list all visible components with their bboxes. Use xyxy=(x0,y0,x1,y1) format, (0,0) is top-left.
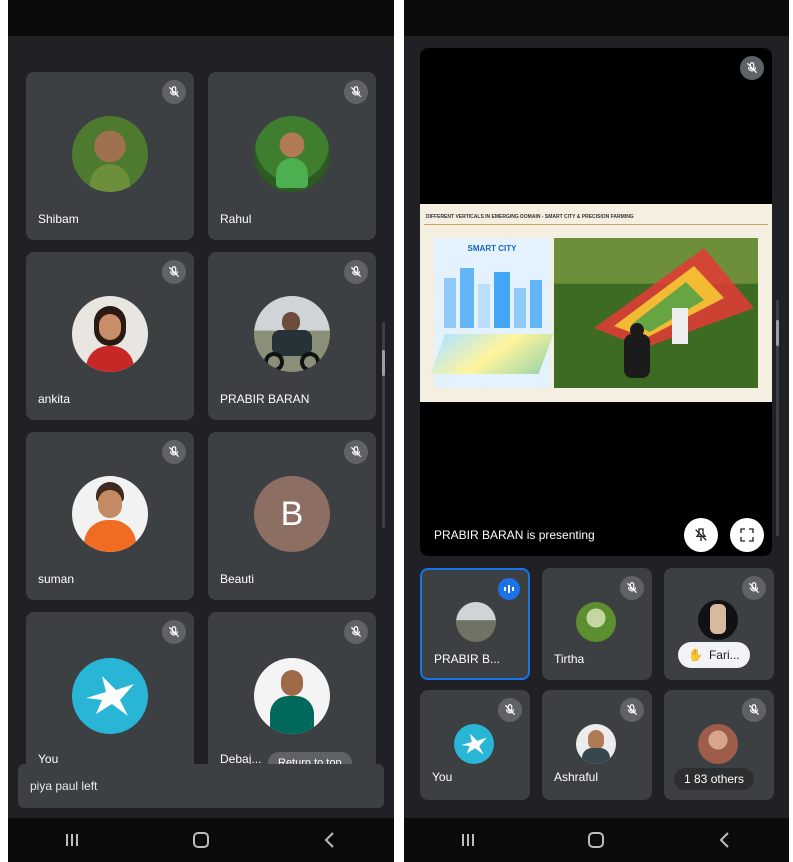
participant-name: Ashraful xyxy=(554,770,599,784)
participant-tile[interactable]: Debaj... Return to top xyxy=(208,612,376,780)
participant-tile[interactable]: Tirtha xyxy=(542,568,652,680)
participant-tile-active-speaker[interactable]: PRABIR B... xyxy=(420,568,530,680)
slide-panel-label: SMART CITY xyxy=(467,244,517,253)
participant-avatar xyxy=(72,116,148,192)
shared-slide: DIFFERENT VERTICALS IN EMERGING DOMAIN -… xyxy=(420,204,772,402)
participant-avatar xyxy=(698,724,738,764)
mic-off-icon xyxy=(742,576,766,600)
pin-off-button[interactable] xyxy=(684,518,718,552)
back-icon[interactable] xyxy=(705,825,745,855)
participant-name: Rahul xyxy=(220,212,252,226)
mic-off-icon xyxy=(162,440,186,464)
audio-level-icon xyxy=(498,578,520,600)
right-phone-screen: DIFFERENT VERTICALS IN EMERGING DOMAIN -… xyxy=(404,0,789,862)
participant-avatar xyxy=(576,724,616,764)
participant-initial-avatar: B xyxy=(254,476,330,552)
slide-header: DIFFERENT VERTICALS IN EMERGING DOMAIN -… xyxy=(426,214,634,220)
participant-name: PRABIR B... xyxy=(434,652,501,666)
participant-avatar xyxy=(254,658,330,734)
mic-off-icon xyxy=(740,56,764,80)
mic-off-icon xyxy=(620,698,644,722)
dove-logo-icon xyxy=(72,658,148,734)
status-bar xyxy=(404,0,789,36)
scrollbar-thumb[interactable] xyxy=(382,350,385,376)
participant-name: Shibam xyxy=(38,212,79,226)
participant-tile[interactable]: Ashraful xyxy=(542,690,652,800)
others-count-pill[interactable]: 1 83 others xyxy=(674,768,755,790)
participant-avatar xyxy=(254,296,330,372)
mic-off-icon xyxy=(498,698,522,722)
participant-avatar xyxy=(576,602,616,642)
participant-avatar xyxy=(72,296,148,372)
participant-tile[interactable]: B Beauti xyxy=(208,432,376,600)
participant-tile[interactable]: Shibam xyxy=(26,72,194,240)
presenting-label: PRABIR BARAN is presenting xyxy=(434,528,595,542)
participant-tile[interactable]: ankita xyxy=(26,252,194,420)
snackbar-toast: piya paul left xyxy=(18,764,384,808)
participant-tile[interactable]: You xyxy=(26,612,194,780)
mic-off-icon xyxy=(620,576,644,600)
fullscreen-button[interactable] xyxy=(730,518,764,552)
participant-name: Tirtha xyxy=(554,652,585,666)
left-phone-screen: Shibam Rahul ankita PRABIR BARAN suman B… xyxy=(8,0,394,862)
precision-farming-illustration xyxy=(554,238,758,388)
status-bar xyxy=(8,0,394,36)
scrollbar-thumb[interactable] xyxy=(776,320,779,346)
smart-city-illustration: SMART CITY xyxy=(430,238,554,388)
mic-off-icon xyxy=(344,440,368,464)
navigation-bar xyxy=(404,818,789,862)
navigation-bar xyxy=(8,818,394,862)
home-icon[interactable] xyxy=(576,825,616,855)
participant-name: Beauti xyxy=(220,572,255,586)
raised-hand-pill[interactable]: ✋ Fari... xyxy=(678,642,750,668)
mic-off-icon xyxy=(162,80,186,104)
presentation-stage[interactable]: DIFFERENT VERTICALS IN EMERGING DOMAIN -… xyxy=(420,48,772,556)
participant-tile[interactable]: Rahul xyxy=(208,72,376,240)
mic-off-icon xyxy=(742,698,766,722)
dove-logo-icon xyxy=(454,724,494,764)
participant-avatar xyxy=(456,602,496,642)
mic-off-icon xyxy=(344,620,368,644)
participant-name: suman xyxy=(38,572,75,586)
back-icon[interactable] xyxy=(310,825,350,855)
participant-name: You xyxy=(432,770,453,784)
participant-tile-others[interactable]: 1 83 others xyxy=(664,690,774,800)
participant-name: PRABIR BARAN xyxy=(220,392,310,406)
participant-name: ankita xyxy=(38,392,71,406)
mic-off-icon xyxy=(344,80,368,104)
raised-hand-name: Fari... xyxy=(708,648,740,662)
participant-avatar xyxy=(72,476,148,552)
participant-tile[interactable]: suman xyxy=(26,432,194,600)
participant-tile[interactable]: ✋ Fari... xyxy=(664,568,774,680)
recent-apps-icon[interactable] xyxy=(52,825,92,855)
participant-avatar xyxy=(254,116,330,192)
participant-tile[interactable]: PRABIR BARAN xyxy=(208,252,376,420)
mic-off-icon xyxy=(162,620,186,644)
recent-apps-icon[interactable] xyxy=(448,825,488,855)
mic-off-icon xyxy=(344,260,368,284)
mic-off-icon xyxy=(162,260,186,284)
participant-avatar xyxy=(698,600,738,640)
participant-tile[interactable]: You xyxy=(420,690,530,800)
home-icon[interactable] xyxy=(181,825,221,855)
raised-hand-icon: ✋ xyxy=(688,648,703,662)
